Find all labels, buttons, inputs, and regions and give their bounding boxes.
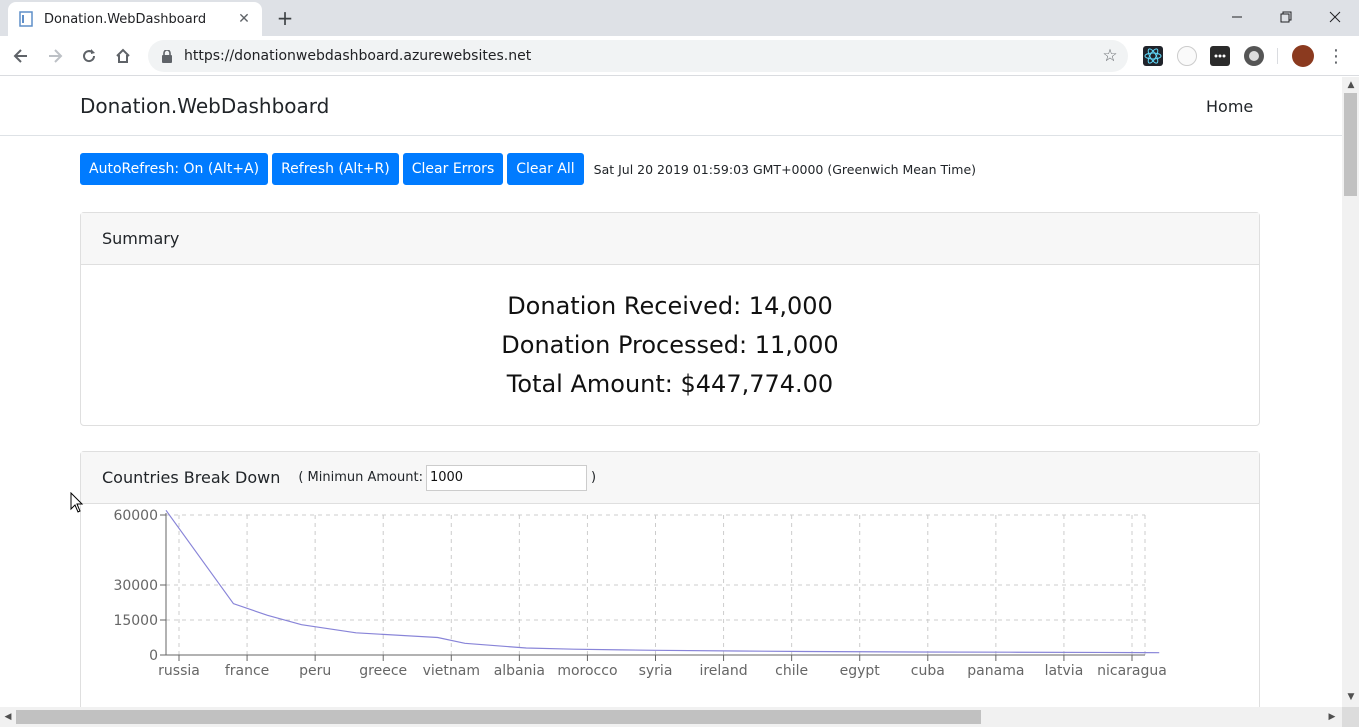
site-navbar: Donation.WebDashboard Home: [0, 77, 1342, 136]
x-tick-label: egypt: [840, 663, 881, 679]
star-icon[interactable]: ☆: [1098, 44, 1122, 68]
autorefresh-button[interactable]: AutoRefresh: On (Alt+A): [80, 153, 269, 185]
scroll-left-icon[interactable]: ◀: [0, 709, 16, 725]
x-tick-label: chile: [775, 663, 808, 679]
x-tick-label: latvia: [1045, 663, 1084, 679]
horizontal-scroll-thumb[interactable]: [16, 710, 981, 724]
page-favicon-icon: [18, 11, 34, 27]
back-icon[interactable]: [9, 44, 33, 68]
x-tick-label: cuba: [911, 663, 945, 679]
browser-tabstrip: Donation.WebDashboard ✕ +: [0, 0, 1359, 36]
summary-card-header: Summary: [81, 213, 1259, 265]
x-tick-label: peru: [299, 663, 331, 679]
donation-received: Donation Received: 14,000: [507, 291, 833, 320]
vertical-scroll-thumb[interactable]: [1344, 93, 1357, 196]
profile-avatar[interactable]: [1292, 45, 1314, 67]
home-icon[interactable]: [111, 44, 135, 68]
x-tick-label: russia: [158, 663, 200, 679]
minimum-amount-close-paren: ): [590, 470, 597, 485]
browser-tab[interactable]: Donation.WebDashboard ✕: [8, 2, 262, 36]
summary-card: Summary Donation Received: 14,000 Donati…: [80, 212, 1260, 426]
extension-circle-icon[interactable]: [1244, 46, 1264, 66]
address-bar[interactable]: https://donationwebdashboard.azurewebsit…: [148, 40, 1128, 72]
react-devtools-extension-icon[interactable]: [1143, 46, 1163, 66]
countries-line-chart: 0 15000 30000 60000 russia france peru greece vi…: [113, 508, 1167, 679]
scrollbar-corner: [1342, 707, 1359, 727]
total-amount: Total Amount: $447,774.00: [506, 369, 834, 398]
clear-errors-button[interactable]: Clear Errors: [402, 153, 504, 185]
page-viewport: Donation.WebDashboard Home AutoRefresh: …: [0, 77, 1342, 707]
close-tab-icon[interactable]: ✕: [236, 11, 252, 27]
action-toolbar: AutoRefresh: On (Alt+A) Refresh (Alt+R) …: [80, 153, 976, 185]
scroll-up-icon[interactable]: ▲: [1343, 77, 1359, 93]
y-tick-label: 15000: [113, 613, 158, 629]
y-tick-label: 60000: [113, 508, 158, 524]
brand-link[interactable]: Donation.WebDashboard: [80, 94, 329, 118]
close-window-icon[interactable]: [1312, 4, 1358, 30]
summary-card-body: Donation Received: 14,000 Donation Proce…: [81, 265, 1259, 425]
x-tick-label: albania: [494, 663, 545, 679]
tab-title: Donation.WebDashboard: [44, 11, 207, 27]
scroll-down-icon[interactable]: ▼: [1343, 689, 1359, 705]
new-tab-icon[interactable]: +: [274, 6, 296, 30]
donation-processed: Donation Processed: 11,000: [501, 330, 839, 359]
extension-dots-icon[interactable]: [1210, 46, 1230, 66]
reload-icon[interactable]: [77, 44, 101, 68]
minimum-amount-input[interactable]: [425, 464, 587, 491]
refresh-button[interactable]: Refresh (Alt+R): [272, 153, 399, 185]
countries-chart: 0 15000 30000 60000 russia france peru greece vi…: [81, 505, 1259, 705]
url-text[interactable]: https://donationwebdashboard.azurewebsit…: [184, 48, 1098, 64]
last-updated-timestamp: Sat Jul 20 2019 01:59:03 GMT+0000 (Green…: [593, 161, 977, 177]
countries-card: Countries Break Down ( Minimun Amount: )…: [80, 451, 1260, 707]
minimum-amount-label: ( Minimun Amount:: [298, 470, 423, 485]
x-tick-label: panama: [967, 663, 1024, 679]
x-tick-label: syria: [639, 663, 673, 679]
vertical-scrollbar[interactable]: ▲ ▼: [1342, 77, 1359, 707]
y-tick-label: 0: [149, 648, 158, 664]
mouse-cursor-icon: [70, 492, 84, 513]
nav-home-link[interactable]: Home: [1206, 97, 1253, 116]
browser-toolbar: https://donationwebdashboard.azurewebsit…: [0, 36, 1359, 76]
extension-icon[interactable]: [1177, 46, 1197, 66]
horizontal-scrollbar[interactable]: ◀ ▶: [0, 707, 1342, 727]
minimize-icon[interactable]: [1214, 4, 1260, 30]
countries-card-header: Countries Break Down ( Minimun Amount: ): [81, 452, 1259, 504]
x-tick-label: ireland: [699, 663, 747, 679]
lock-icon[interactable]: [160, 49, 174, 63]
clear-all-button[interactable]: Clear All: [507, 153, 584, 185]
y-tick-label: 30000: [113, 578, 158, 594]
x-tick-label: france: [225, 663, 269, 679]
forward-icon[interactable]: [43, 44, 67, 68]
menu-icon[interactable]: ⋮: [1326, 44, 1346, 68]
toolbar-divider: [1277, 48, 1278, 64]
x-tick-label: greece: [359, 663, 407, 679]
x-tick-label: morocco: [557, 663, 617, 679]
restore-icon[interactable]: [1263, 4, 1309, 30]
x-tick-label: vietnam: [423, 663, 480, 679]
scroll-right-icon[interactable]: ▶: [1324, 709, 1340, 725]
countries-title: Countries Break Down: [102, 468, 281, 487]
x-tick-label: nicaragua: [1097, 663, 1167, 679]
